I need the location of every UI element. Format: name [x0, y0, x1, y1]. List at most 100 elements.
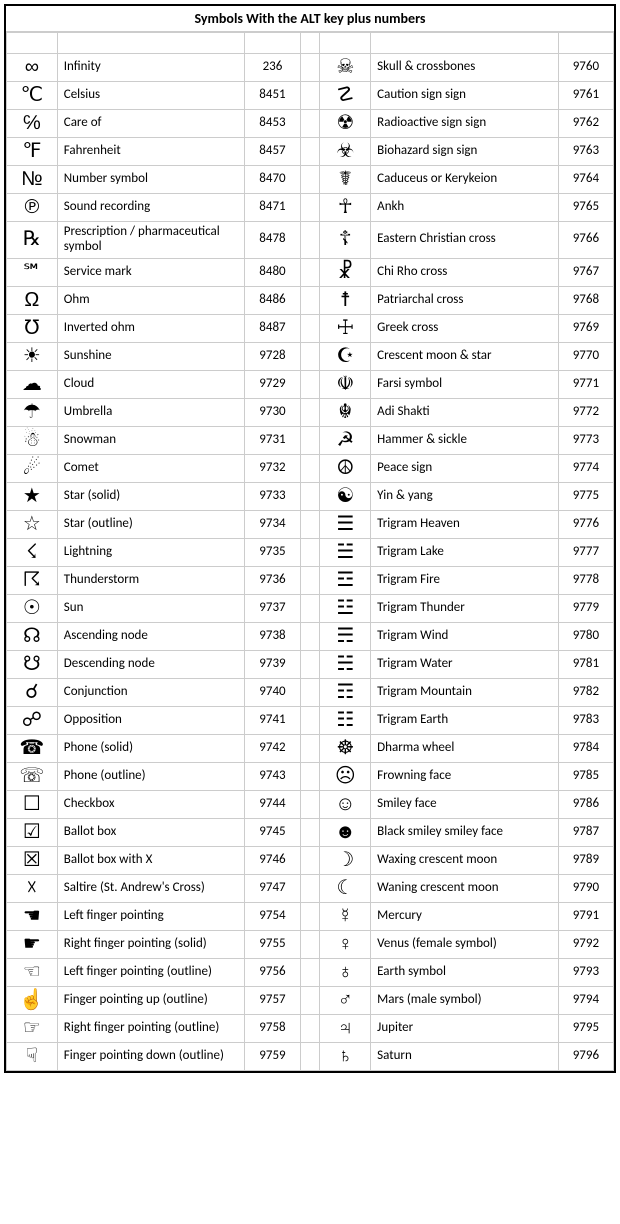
table-row: ☇Lightning9735☱Trigram Lake9777 — [7, 538, 614, 566]
gap-cell — [300, 314, 320, 342]
symbols-table: ∞Infinity236☠Skull & crossbones9760℃Cels… — [6, 32, 614, 1071]
symbol-name: Number symbol — [57, 166, 245, 194]
symbol-code: 9757 — [245, 986, 300, 1014]
table-row: ☏Phone (outline)9743☹Frowning face9785 — [7, 762, 614, 790]
table-row: ☁Cloud9729☫Farsi symbol9771 — [7, 370, 614, 398]
table-row: ★Star (solid)9733☯Yin & yang9775 — [7, 482, 614, 510]
symbol-glyph: ☎ — [7, 734, 58, 762]
symbol-code: 9739 — [245, 650, 300, 678]
symbol-name: Venus (female symbol) — [371, 930, 559, 958]
symbol-glyph: ☉ — [7, 594, 58, 622]
symbol-code: 9783 — [558, 706, 613, 734]
symbol-glyph: ☁ — [7, 370, 58, 398]
symbol-code: 9756 — [245, 958, 300, 986]
symbol-name: Trigram Wind — [371, 622, 559, 650]
symbol-code: 9766 — [558, 222, 613, 259]
symbol-name: Chi Rho cross — [371, 258, 559, 286]
symbol-glyph: ☴ — [320, 622, 371, 650]
gap-cell — [300, 622, 320, 650]
symbol-name: Trigram Fire — [371, 566, 559, 594]
symbol-glyph: ☯ — [320, 482, 371, 510]
symbol-glyph: ☵ — [320, 650, 371, 678]
table-row: ℧Inverted ohm8487☩Greek cross9769 — [7, 314, 614, 342]
gap-cell — [300, 258, 320, 286]
gap-cell — [300, 930, 320, 958]
symbol-code: 9740 — [245, 678, 300, 706]
symbol-name: Saltire (St. Andrew's Cross) — [57, 874, 245, 902]
symbol-code: 9785 — [558, 762, 613, 790]
symbol-name: Umbrella — [57, 398, 245, 426]
symbol-code: 9775 — [558, 482, 613, 510]
gap-cell — [300, 82, 320, 110]
symbol-name: Waxing crescent moon — [371, 846, 559, 874]
symbol-code: 9736 — [245, 566, 300, 594]
gap-cell — [300, 286, 320, 314]
gap-cell — [300, 846, 320, 874]
symbol-name: Service mark — [57, 258, 245, 286]
symbol-name: Fahrenheit — [57, 138, 245, 166]
symbol-glyph: ☻ — [320, 818, 371, 846]
symbol-code: 9777 — [558, 538, 613, 566]
table-title: Symbols With the ALT key plus numbers — [6, 6, 614, 32]
symbol-code: 9763 — [558, 138, 613, 166]
symbol-glyph: ☦ — [320, 222, 371, 259]
symbol-name: Patriarchal cross — [371, 286, 559, 314]
symbol-name: Hammer & sickle — [371, 426, 559, 454]
symbol-code: 9733 — [245, 482, 300, 510]
symbol-name: Biohazard sign sign — [371, 138, 559, 166]
symbol-code: 8486 — [245, 286, 300, 314]
table-row: ℞Prescription / pharmaceutical symbol847… — [7, 222, 614, 259]
symbol-name: Trigram Lake — [371, 538, 559, 566]
symbol-glyph: Ω — [7, 286, 58, 314]
symbol-code: 8471 — [245, 194, 300, 222]
symbol-glyph: ☞ — [7, 1014, 58, 1042]
table-row: ☊Ascending node9738☴Trigram Wind9780 — [7, 622, 614, 650]
symbol-glyph: ☈ — [7, 566, 58, 594]
symbol-glyph: ☰ — [320, 510, 371, 538]
symbol-glyph: ☭ — [320, 426, 371, 454]
gap-cell — [300, 818, 320, 846]
symbol-glyph: ☛ — [7, 930, 58, 958]
symbol-glyph: ☏ — [7, 762, 58, 790]
symbol-glyph: ☍ — [7, 706, 58, 734]
symbol-name: Trigram Water — [371, 650, 559, 678]
symbol-code: 9758 — [245, 1014, 300, 1042]
symbol-name: Comet — [57, 454, 245, 482]
symbol-code: 9791 — [558, 902, 613, 930]
symbol-glyph: ☟ — [7, 1042, 58, 1070]
symbol-code: 9735 — [245, 538, 300, 566]
symbol-code: 9738 — [245, 622, 300, 650]
symbol-code: 9774 — [558, 454, 613, 482]
gap-cell — [300, 510, 320, 538]
symbol-glyph: ☚ — [7, 902, 58, 930]
symbol-name: Smiley face — [371, 790, 559, 818]
symbol-name: Inverted ohm — [57, 314, 245, 342]
gap-cell — [300, 166, 320, 194]
symbol-glyph: ℗ — [7, 194, 58, 222]
symbol-glyph: ℠ — [7, 258, 58, 286]
symbol-code: 9746 — [245, 846, 300, 874]
table-row: ☈Thunderstorm9736☲Trigram Fire9778 — [7, 566, 614, 594]
symbol-code: 8470 — [245, 166, 300, 194]
symbol-glyph: ☐ — [7, 790, 58, 818]
symbol-name: Caution sign sign — [371, 82, 559, 110]
symbol-glyph: ☂ — [7, 398, 58, 426]
symbol-name: Celsius — [57, 82, 245, 110]
symbol-glyph: ☲ — [320, 566, 371, 594]
symbol-glyph: ℅ — [7, 110, 58, 138]
symbol-name: Thunderstorm — [57, 566, 245, 594]
symbol-name: Star (outline) — [57, 510, 245, 538]
table-row: №Number symbol8470☤Caduceus or Kerykeion… — [7, 166, 614, 194]
symbol-glyph: ♄ — [320, 1042, 371, 1070]
symbol-code: 8487 — [245, 314, 300, 342]
symbol-code: 9741 — [245, 706, 300, 734]
table-row: ℃Celsius8451☡Caution sign sign9761 — [7, 82, 614, 110]
symbol-name: Crescent moon & star — [371, 342, 559, 370]
symbol-code: 9782 — [558, 678, 613, 706]
symbol-name: Frowning face — [371, 762, 559, 790]
symbol-code: 9734 — [245, 510, 300, 538]
symbol-name: Saturn — [371, 1042, 559, 1070]
symbol-glyph: ☣ — [320, 138, 371, 166]
table-row: ☐Checkbox9744☺Smiley face9786 — [7, 790, 614, 818]
symbol-name: Trigram Mountain — [371, 678, 559, 706]
